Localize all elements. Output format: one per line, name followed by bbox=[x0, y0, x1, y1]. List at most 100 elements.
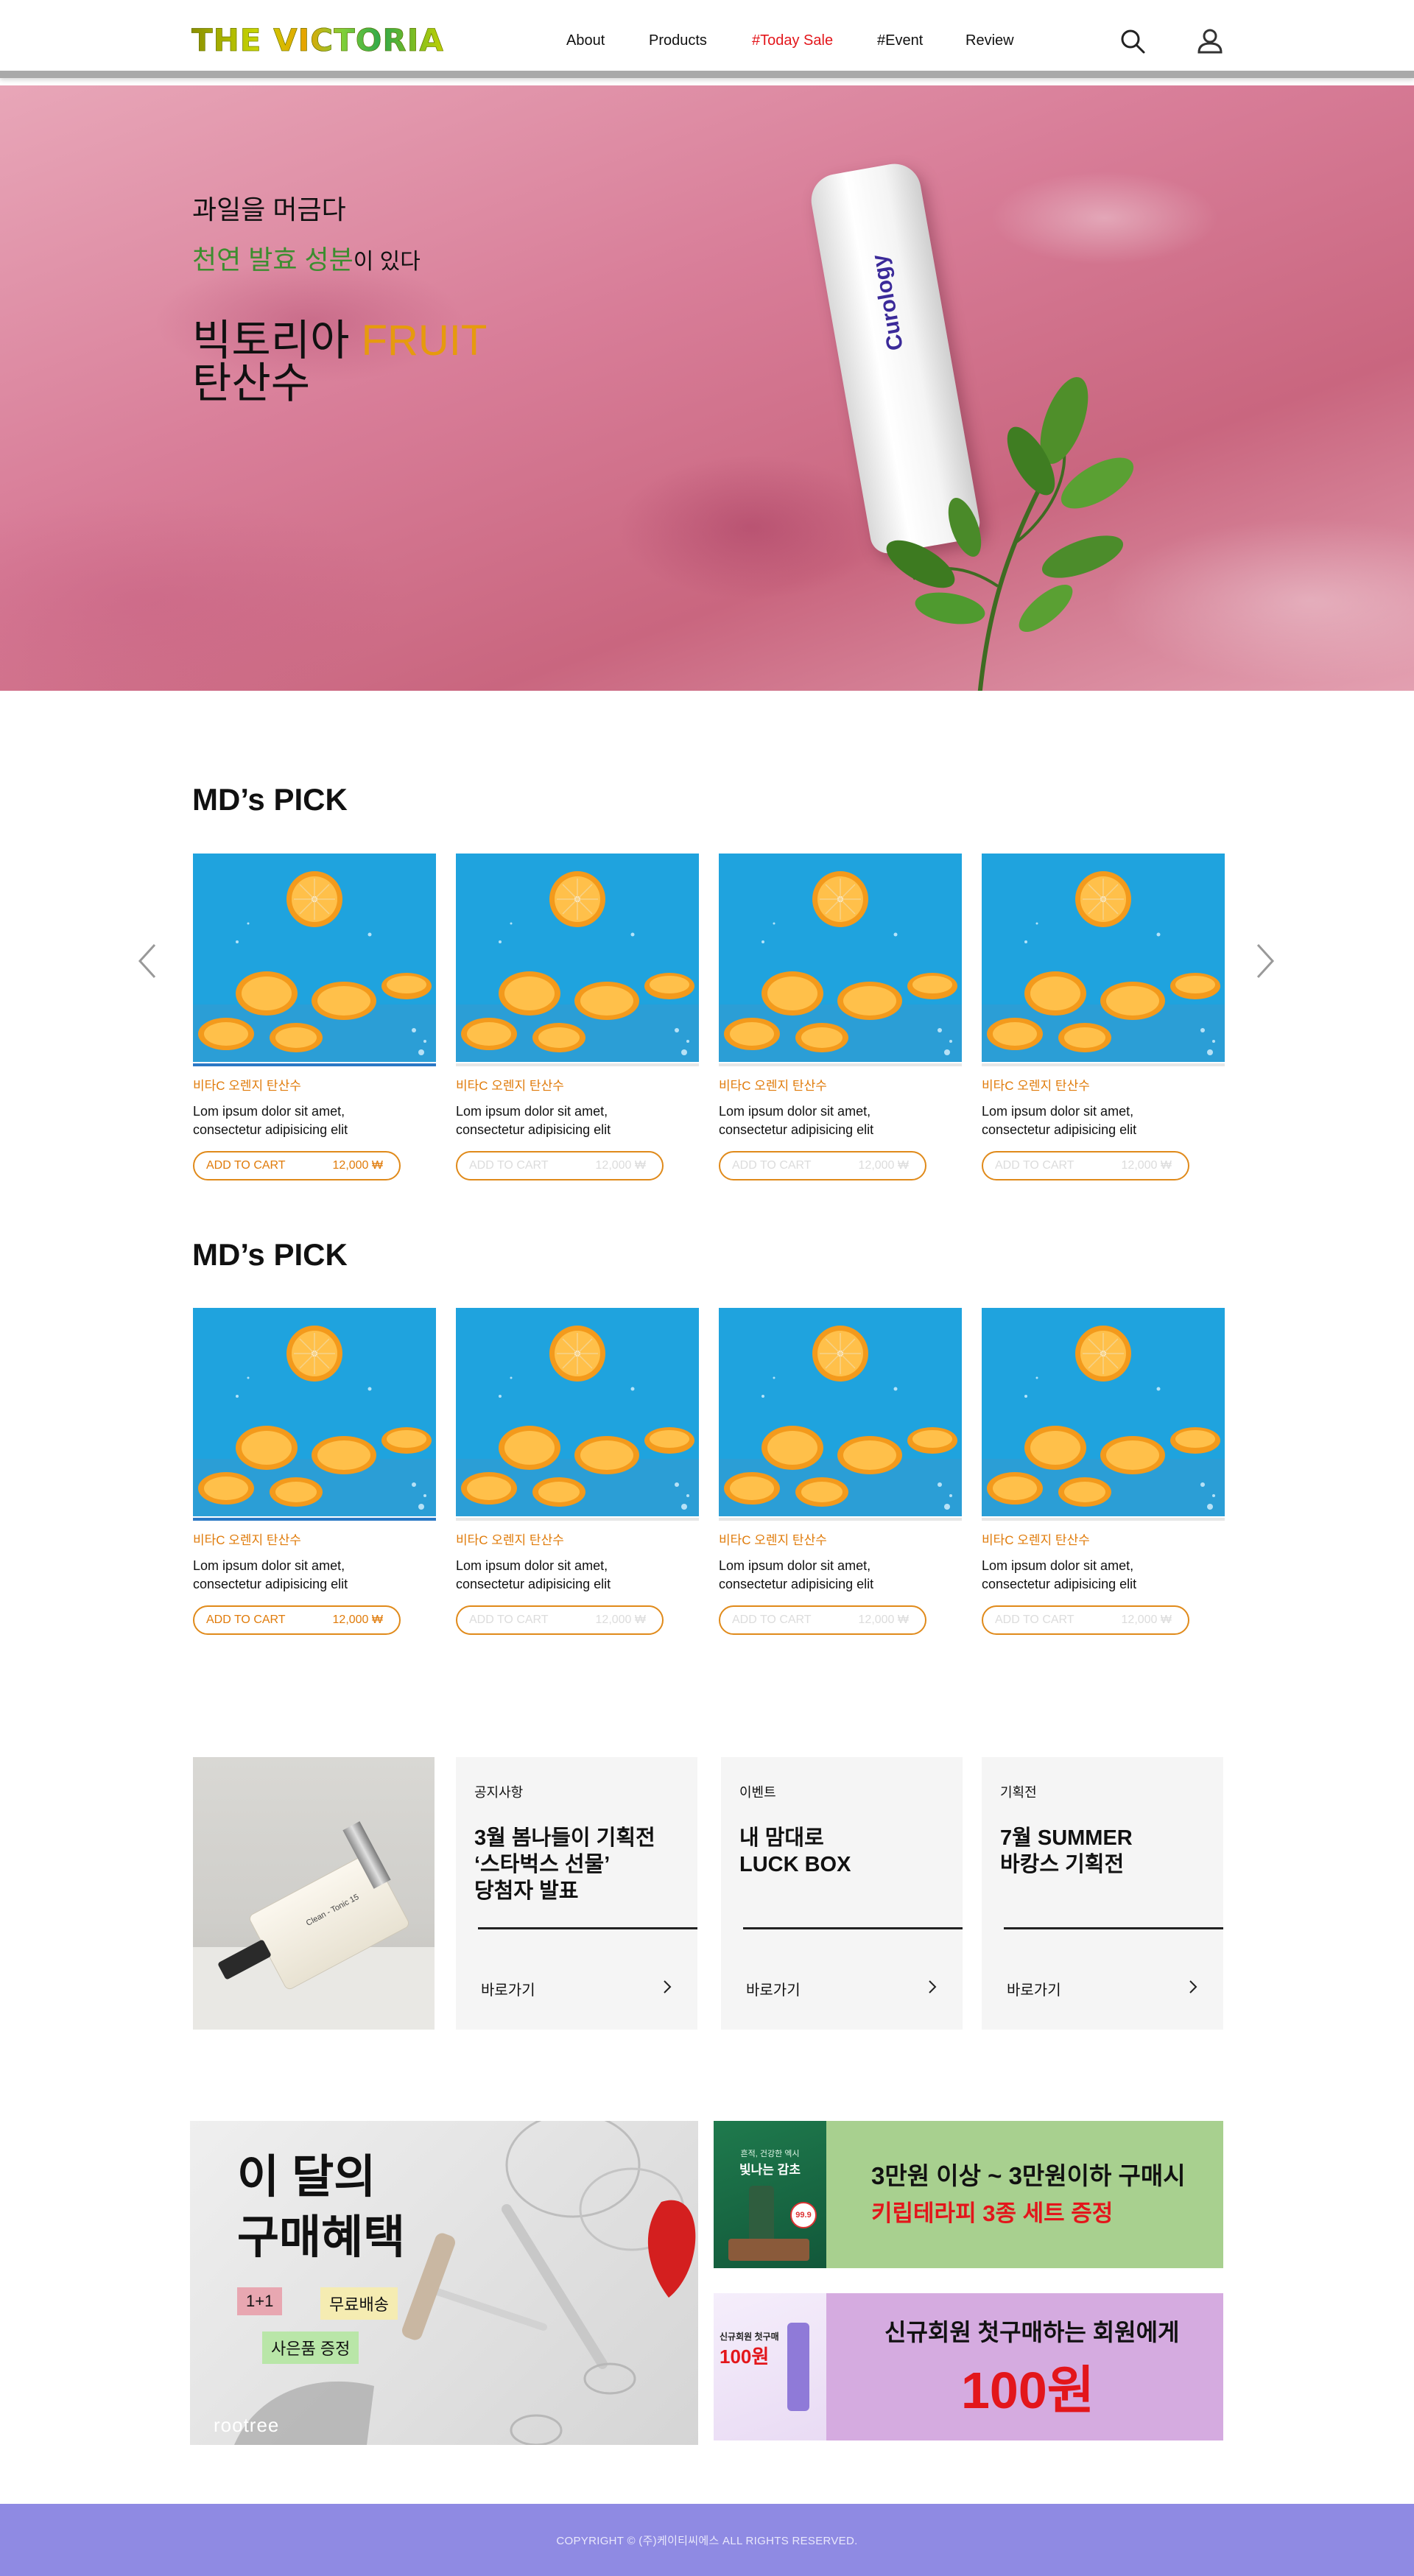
product-image[interactable] bbox=[982, 1308, 1225, 1516]
notice-card-event[interactable]: 이벤트 내 맘대로 LUCK BOX 바로가기 bbox=[721, 1757, 963, 2030]
product-image[interactable] bbox=[719, 1308, 962, 1516]
product-card[interactable]: 비타C 오렌지 탄산수 Lom ipsum dolor sit amet, cons… bbox=[982, 854, 1225, 1180]
product-card[interactable]: 비타C 오렌지 탄산수 Lom ipsum dolor sit amet, cons… bbox=[456, 1308, 699, 1635]
promo-thumb-title: 빛나는 감초 bbox=[739, 2163, 801, 2177]
product-card[interactable]: 비타C 오렌지 탄산수 Lom ipsum dolor sit amet, cons… bbox=[982, 1308, 1225, 1635]
promo-monthly-benefits[interactable]: 이 달의 구매혜택 1+1 무료배송 사은품 증정 rootree bbox=[190, 2121, 698, 2445]
notice-divider bbox=[1004, 1927, 1223, 1929]
notice-more-link[interactable]: 바로가기 bbox=[746, 1978, 801, 1999]
product-description: Lom ipsum dolor sit amet, consectetur adi… bbox=[456, 1557, 699, 1594]
add-to-cart-button[interactable]: ADD TO CART 12,000 ₩ bbox=[456, 1151, 664, 1180]
product-description-line: Lom ipsum dolor sit amet, bbox=[456, 1104, 608, 1119]
nav-event[interactable]: #Event bbox=[877, 32, 923, 49]
promo-thumb-text: 흔적, 건강한 엑시 bbox=[740, 2150, 800, 2158]
add-to-cart-button[interactable]: ADD TO CART 12,000 ₩ bbox=[193, 1605, 401, 1635]
notice-title-line: 3월 봄나들이 기획전 bbox=[474, 1826, 655, 1850]
promo-new-member[interactable]: 신규회원 첫구매 100원 신규회원 첫구매하는 회원에게 100원 bbox=[714, 2293, 1223, 2440]
bottle-brand-label: Curology bbox=[867, 253, 908, 353]
notice-more-link[interactable]: 바로가기 bbox=[481, 1978, 535, 1999]
orange-slices-image bbox=[982, 1308, 1225, 1516]
chevron-right-icon[interactable] bbox=[1185, 1979, 1201, 1995]
product-description: Lom ipsum dolor sit amet, consectetur adi… bbox=[456, 1102, 699, 1139]
section-title-md-pick-2: MD’s PICK bbox=[192, 1237, 348, 1272]
add-to-cart-label: ADD TO CART bbox=[469, 1159, 549, 1172]
product-card[interactable]: 비타C 오렌지 탄산수 Lom ipsum dolor sit amet, cons… bbox=[719, 1308, 962, 1635]
product-description: Lom ipsum dolor sit amet, consectetur adi… bbox=[982, 1557, 1225, 1594]
add-to-cart-label: ADD TO CART bbox=[995, 1613, 1074, 1626]
add-to-cart-button[interactable]: ADD TO CART 12,000 ₩ bbox=[719, 1151, 926, 1180]
product-card[interactable]: 비타C 오렌지 탄산수 Lom ipsum dolor sit amet, cons… bbox=[193, 854, 436, 1180]
notice-divider bbox=[743, 1927, 963, 1929]
card-divider bbox=[719, 1518, 962, 1521]
notice-title-line: 당첨자 발표 bbox=[474, 1879, 579, 1903]
product-description: Lom ipsum dolor sit amet, consectetur adi… bbox=[193, 1557, 436, 1594]
promo-purchase-gift[interactable]: 흔적, 건강한 엑시 빛나는 감초 99.9 3만원 이상 ~ 3만원이하 구매… bbox=[714, 2121, 1223, 2268]
notice-tag: 공지사항 bbox=[474, 1785, 524, 1800]
hero-subtagline: 천연 발효 성분이 있다 bbox=[192, 239, 421, 277]
product-image[interactable] bbox=[982, 854, 1225, 1062]
promo-thumb-badge: 99.9 bbox=[790, 2202, 817, 2228]
product-card[interactable]: 비타C 오렌지 탄산수 Lom ipsum dolor sit amet, cons… bbox=[719, 854, 962, 1180]
product-price: 12,000 ₩ bbox=[858, 1159, 909, 1172]
product-description-line: Lom ipsum dolor sit amet, bbox=[193, 1104, 345, 1119]
add-to-cart-button[interactable]: ADD TO CART 12,000 ₩ bbox=[982, 1151, 1189, 1180]
product-category: 비타C 오렌지 탄산수 bbox=[982, 1533, 1090, 1547]
product-price: 12,000 ₩ bbox=[595, 1613, 646, 1626]
product-price: 12,000 ₩ bbox=[1121, 1613, 1172, 1626]
promo-2-highlight: 100원 bbox=[961, 2362, 1095, 2419]
carousel-prev-arrow-icon[interactable] bbox=[133, 939, 162, 983]
hero-title: 빅토리아 FRUIT 탄산수 bbox=[192, 320, 487, 405]
product-image[interactable] bbox=[456, 1308, 699, 1516]
carousel-next-arrow-icon[interactable] bbox=[1251, 939, 1280, 983]
hero-title-fruit: FRUIT bbox=[361, 317, 488, 365]
site-logo[interactable]: THE VICTORIA bbox=[191, 22, 444, 59]
product-category: 비타C 오렌지 탄산수 bbox=[193, 1079, 301, 1093]
product-description-line: consectetur adipisicing elit bbox=[193, 1577, 348, 1591]
nav-review[interactable]: Review bbox=[965, 32, 1014, 49]
nav-products[interactable]: Products bbox=[649, 32, 707, 49]
orange-slices-image bbox=[456, 854, 699, 1062]
hero-title-line2: 탄산수 bbox=[192, 359, 311, 407]
green-leaves-image bbox=[886, 377, 1134, 691]
section-title-md-pick: MD’s PICK bbox=[192, 782, 348, 817]
nav-about[interactable]: About bbox=[566, 32, 605, 49]
product-price: 12,000 ₩ bbox=[332, 1159, 383, 1172]
perfume-image: Clean - Tonic 15 bbox=[193, 1757, 435, 2030]
notice-more-link[interactable]: 바로가기 bbox=[1007, 1978, 1061, 1999]
orange-slices-image bbox=[193, 854, 436, 1062]
card-divider bbox=[456, 1518, 699, 1521]
product-description-line: consectetur adipisicing elit bbox=[719, 1577, 874, 1591]
footer-copyright: COPYRIGHT © (주)케이티씨에스 ALL RIGHTS RESERVE… bbox=[556, 2534, 858, 2547]
add-to-cart-button[interactable]: ADD TO CART 12,000 ₩ bbox=[982, 1605, 1189, 1635]
add-to-cart-button[interactable]: ADD TO CART 12,000 ₩ bbox=[456, 1605, 664, 1635]
notice-title-line: 내 맘대로 bbox=[739, 1826, 824, 1850]
promo-1-heading: 3만원 이상 ~ 3만원이하 구매시 bbox=[871, 2162, 1186, 2189]
product-image[interactable] bbox=[193, 1308, 436, 1516]
badge-one-plus-one: 1+1 bbox=[237, 2287, 283, 2315]
product-description-line: consectetur adipisicing elit bbox=[456, 1577, 611, 1591]
orange-slices-image bbox=[456, 1308, 699, 1516]
product-category: 비타C 오렌지 탄산수 bbox=[456, 1079, 564, 1093]
add-to-cart-button[interactable]: ADD TO CART 12,000 ₩ bbox=[719, 1605, 926, 1635]
notice-card-exhibition[interactable]: 기획전 7월 SUMMER 바캉스 기획전 바로가기 bbox=[982, 1757, 1223, 2030]
card-divider bbox=[982, 1063, 1225, 1066]
notice-card-announcement[interactable]: 공지사항 3월 봄나들이 기획전 ‘스타벅스 선물’ 당첨자 발표 바로가기 bbox=[456, 1757, 697, 2030]
user-icon[interactable] bbox=[1195, 27, 1225, 56]
product-image[interactable] bbox=[193, 854, 436, 1062]
product-description-line: consectetur adipisicing elit bbox=[982, 1577, 1137, 1591]
promo-2-heading: 신규회원 첫구매하는 회원에게 bbox=[884, 2319, 1180, 2346]
product-description-line: consectetur adipisicing elit bbox=[982, 1122, 1137, 1137]
chevron-right-icon[interactable] bbox=[659, 1979, 675, 1995]
product-description-line: Lom ipsum dolor sit amet, bbox=[982, 1104, 1134, 1119]
product-description-line: consectetur adipisicing elit bbox=[456, 1122, 611, 1137]
product-category: 비타C 오렌지 탄산수 bbox=[982, 1079, 1090, 1093]
product-card[interactable]: 비타C 오렌지 탄산수 Lom ipsum dolor sit amet, cons… bbox=[456, 854, 699, 1180]
chevron-right-icon[interactable] bbox=[924, 1979, 940, 1995]
product-description: Lom ipsum dolor sit amet, consectetur adi… bbox=[193, 1102, 436, 1139]
add-to-cart-button[interactable]: ADD TO CART 12,000 ₩ bbox=[193, 1151, 401, 1180]
product-card[interactable]: 비타C 오렌지 탄산수 Lom ipsum dolor sit amet, cons… bbox=[193, 1308, 436, 1635]
product-image[interactable] bbox=[456, 854, 699, 1062]
product-image[interactable] bbox=[719, 854, 962, 1062]
nav-today-sale[interactable]: #Today Sale bbox=[752, 32, 833, 49]
search-icon[interactable] bbox=[1118, 27, 1147, 56]
